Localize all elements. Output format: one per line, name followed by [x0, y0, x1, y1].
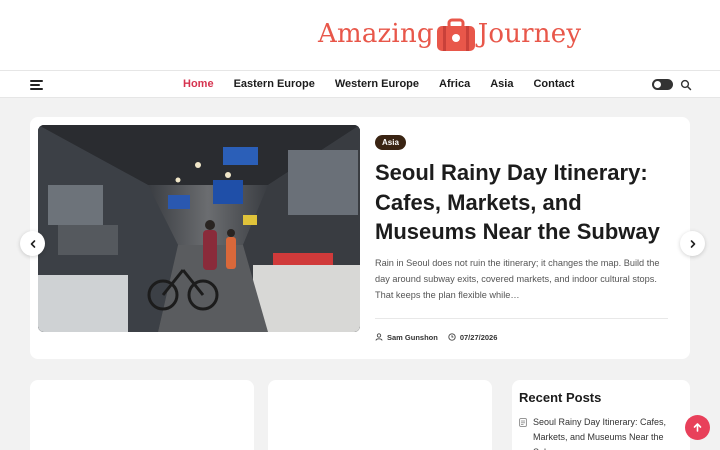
toggle-knob [654, 81, 661, 88]
arrow-up-icon [693, 423, 702, 432]
featured-post-title[interactable]: Seoul Rainy Day Itinerary: Cafes, Market… [375, 158, 680, 247]
featured-post-image[interactable] [38, 125, 360, 332]
document-icon [519, 418, 527, 427]
nav-item-home[interactable]: Home [183, 78, 214, 90]
author-name: Sam Gunshon [387, 332, 438, 342]
widget-title: Recent Posts [519, 390, 602, 405]
post-card[interactable] [30, 380, 254, 450]
nav-item-contact[interactable]: Contact [533, 78, 574, 90]
chevron-right-icon [690, 239, 695, 248]
logo-text-left: Amazing [318, 19, 434, 49]
nav-item-asia[interactable]: Asia [490, 78, 513, 90]
divider [375, 318, 668, 319]
nav-item-eastern-europe[interactable]: Eastern Europe [234, 78, 315, 90]
site-logo[interactable]: Amazing Journey [318, 14, 581, 54]
category-badge[interactable]: Asia [375, 135, 406, 150]
dark-mode-toggle[interactable] [652, 79, 673, 90]
suitcase-icon [436, 18, 476, 51]
featured-post-excerpt: Rain in Seoul does not ruin the itinerar… [375, 258, 660, 300]
nav-item-africa[interactable]: Africa [439, 78, 470, 90]
user-icon [375, 333, 383, 341]
slider-next-button[interactable] [680, 231, 705, 256]
post-card[interactable] [268, 380, 492, 450]
chevron-left-icon [30, 239, 35, 248]
recent-post-title: Seoul Rainy Day Itinerary: Cafes, Market… [533, 417, 667, 450]
search-icon[interactable] [680, 78, 692, 91]
date-text: 07/27/2026 [459, 332, 498, 342]
post-author[interactable]: Sam Gunshon [375, 333, 438, 342]
back-to-top-button[interactable] [685, 415, 710, 440]
nav-menu: Home Eastern Europe Western Europe Afric… [173, 71, 584, 97]
post-date[interactable]: 07/27/2026 [448, 332, 498, 342]
logo-text-right: Journey [477, 19, 582, 49]
nav-item-western-europe[interactable]: Western Europe [335, 78, 419, 90]
post-meta: Sam Gunshon 07/27/2026 [375, 331, 507, 343]
slider-prev-button[interactable] [20, 231, 45, 256]
main-navigation: Home Eastern Europe Western Europe Afric… [0, 70, 720, 98]
site-header: Amazing Journey [0, 0, 720, 70]
recent-post-item[interactable]: Seoul Rainy Day Itinerary: Cafes, Market… [519, 415, 679, 450]
clock-icon [448, 333, 456, 341]
recent-posts-widget: Recent Posts Seoul Rainy Day Itinerary: … [512, 380, 690, 450]
hamburger-icon[interactable] [30, 80, 43, 90]
